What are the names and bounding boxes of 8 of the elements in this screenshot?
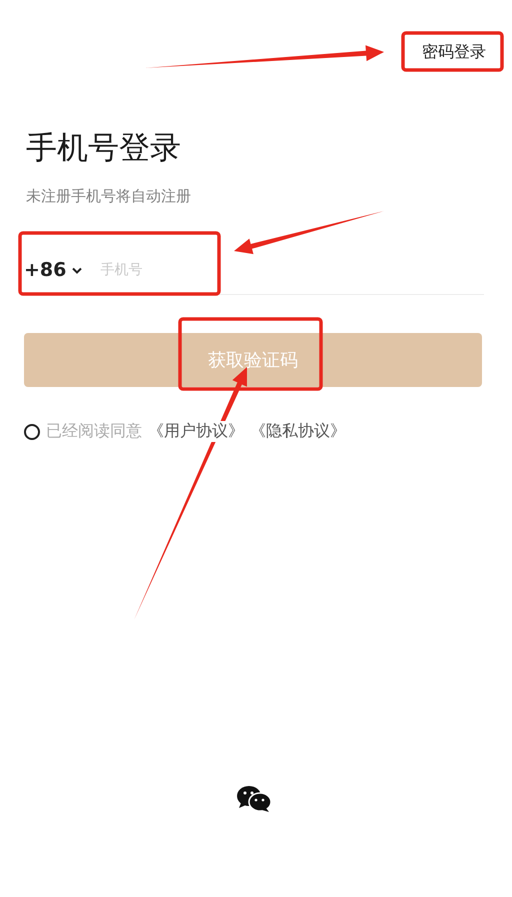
agreement-text: 已经阅读同意 [46,421,142,442]
agree-checkbox[interactable] [24,424,40,440]
page-title: 手机号登录 [25,129,182,168]
country-code-selector[interactable]: +86 [24,259,82,281]
chat-bubbles-icon[interactable] [236,785,272,813]
subtitle: 未注册手机号将自动注册 [25,187,192,206]
password-login-link[interactable]: 密码登录 [420,42,488,63]
chevron-down-icon [72,266,82,274]
